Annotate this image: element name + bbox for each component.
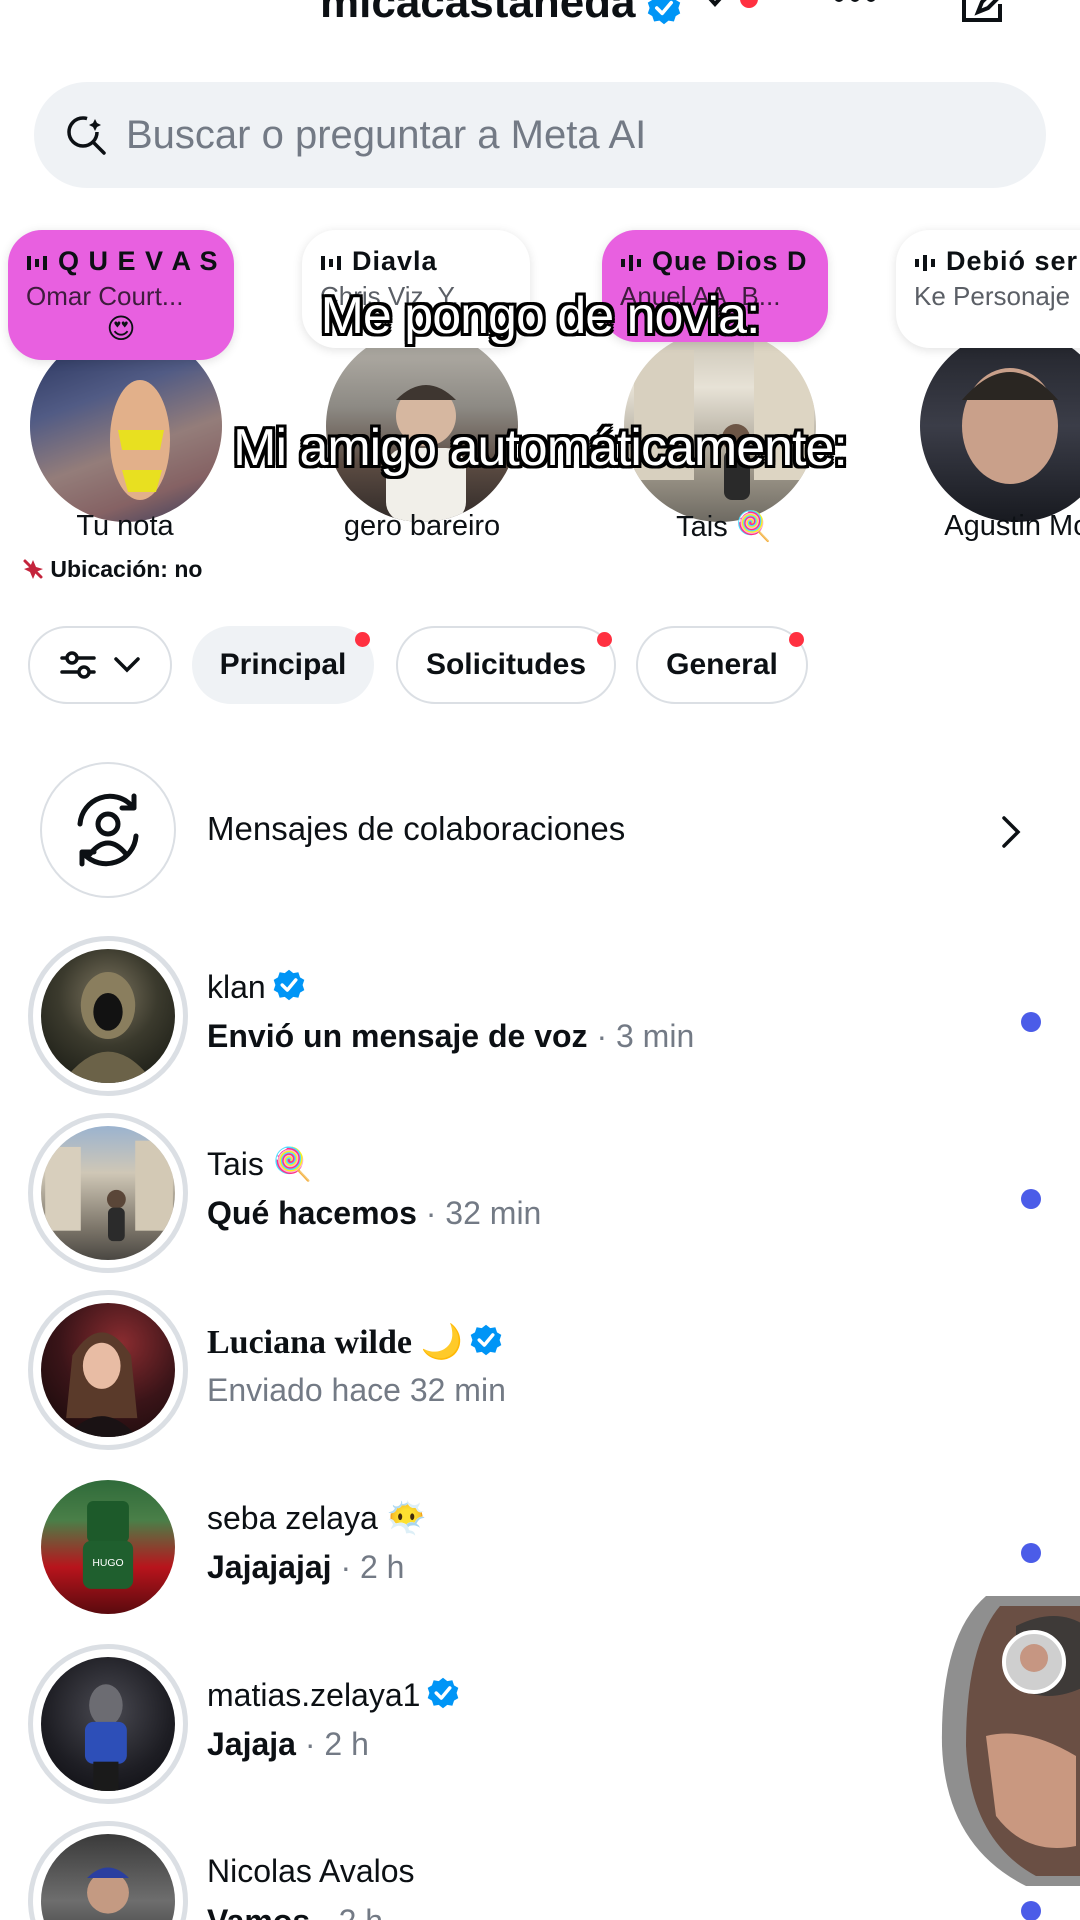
location-status[interactable]: Ubicación: no [22, 556, 202, 583]
thread-time: · 2 h [304, 1726, 369, 1762]
collab-sync-icon [77, 793, 139, 867]
account-switch-chevron-icon[interactable] [700, 0, 730, 12]
chevron-right-icon [1002, 816, 1021, 848]
thread-name: Luciana wilde 🌙 [207, 1322, 503, 1362]
thread-preview: Envió un mensaje de voz · 3 min [207, 1018, 694, 1055]
music-note-icon [27, 255, 47, 270]
filter-chip-label: Solicitudes [425, 648, 587, 681]
overlay-caption: Mi amigo automáticamente: [233, 419, 848, 477]
note-name: Agustin Mc [944, 510, 1080, 542]
thread-name: Nicolas Avalos [207, 1853, 415, 1890]
thread-row[interactable]: Tais 🍭 Qué hacemos · 32 min [0, 1113, 1080, 1283]
filter-chip-label: Principal [219, 648, 347, 681]
thread-time: · 2 h [319, 1903, 383, 1920]
svg-text:HUGO: HUGO [92, 1558, 123, 1569]
thread-row[interactable]: Nicolas Avalos Vamos · 2 h [0, 1821, 1080, 1920]
meta-ai-search-icon [67, 116, 106, 155]
location-status-text: Ubicación: no [50, 556, 203, 582]
note-name: Tu nota [76, 510, 174, 542]
thread-time: · 32 min [425, 1195, 542, 1231]
music-note-icon [321, 255, 341, 270]
thread-avatar[interactable] [28, 1644, 188, 1804]
thread-name-text: matias.zelaya1 [207, 1677, 421, 1713]
thread-preview: Enviado hace 32 min [207, 1372, 506, 1409]
verified-badge-icon [273, 969, 305, 1001]
account-username[interactable]: micacastaneda [320, 0, 636, 28]
thread-preview: Jajaja · 2 h [207, 1726, 369, 1763]
thread-preview: Jajajajaj · 2 h [207, 1549, 404, 1586]
thread-name-text: klan [207, 969, 266, 1005]
thread-avatar[interactable] [28, 1821, 188, 1920]
collab-messages-label: Mensajes de colaboraciones [207, 810, 626, 847]
thread-row[interactable]: matias.zelaya1 Jajaja · 2 h [0, 1644, 1080, 1814]
thread-avatar[interactable]: HUGO [28, 1467, 188, 1627]
thread-message: Vamos [207, 1903, 310, 1920]
account-notification-dot [740, 0, 758, 8]
thread-name: Tais 🍭 [207, 1145, 313, 1183]
thread-name-text: Nicolas Avalos [207, 1853, 415, 1889]
note-song-title: Que Dios D [652, 246, 808, 276]
note-song-title: Diavla [352, 246, 438, 276]
thread-name: klan [207, 968, 306, 1006]
thread-name: seba zelaya 😶‍🌫️ [207, 1499, 427, 1537]
overlay-caption: Me pongo de novia: [320, 287, 761, 345]
note-song-title: Q U E V A S [58, 246, 219, 276]
music-note-icon [621, 254, 641, 271]
thread-avatar[interactable] [28, 1290, 188, 1450]
unread-indicator [1021, 1189, 1041, 1209]
thread-time: · 3 min [596, 1018, 695, 1054]
note-name: Tais 🍭 [676, 511, 772, 543]
filter-chip-solicitudes[interactable]: Solicitudes [396, 626, 616, 704]
thread-message: Envió un mensaje de voz [207, 1018, 588, 1054]
thread-name-text: Tais 🍭 [207, 1146, 313, 1182]
thread-name-text: seba zelaya 😶‍🌫️ [207, 1500, 427, 1536]
thread-message: Enviado hace 32 min [207, 1372, 506, 1408]
unread-indicator [1021, 1012, 1041, 1032]
thread-message: Jajaja [207, 1726, 296, 1762]
thread-name: matias.zelaya1 [207, 1676, 460, 1714]
thread-time: · 2 h [340, 1549, 405, 1585]
thread-row[interactable]: klan Envió un mensaje de voz · 3 min [0, 936, 1080, 1106]
thread-preview: Qué hacemos · 32 min [207, 1195, 541, 1232]
filter-chips: Principal Solicitudes General [0, 626, 1080, 706]
note-song-title: Debió ser [946, 246, 1079, 276]
top-bar: micacastaneda [0, 0, 1080, 70]
thread-message: Qué hacemos [207, 1195, 417, 1231]
notification-dot [789, 632, 804, 647]
thread-row[interactable]: HUGO seba zelaya 😶‍🌫️ Jajajajaj · 2 h [0, 1467, 1080, 1637]
note-name: gero bareiro [343, 510, 501, 542]
search-bar[interactable] [34, 82, 1046, 188]
thread-avatar[interactable] [28, 1113, 188, 1273]
thread-row[interactable]: Luciana wilde 🌙 Enviado hace 32 min [0, 1290, 1080, 1460]
search-input[interactable] [126, 104, 1006, 166]
collab-icon-container [40, 762, 176, 898]
new-message-icon[interactable] [958, 0, 1010, 26]
more-options-icon[interactable] [832, 0, 878, 10]
collab-messages-row[interactable]: Mensajes de colaboraciones [0, 760, 1080, 900]
filter-chip-label: General [666, 648, 778, 681]
verified-badge-icon [470, 1324, 502, 1356]
filter-chip-general[interactable]: General [636, 626, 808, 704]
thread-message: Jajajajaj [207, 1549, 332, 1585]
verified-badge-icon [647, 0, 681, 25]
notes-row[interactable]: Q U E V A S Omar Court... 😍 Tu nota Diav… [0, 220, 1080, 580]
filter-chip-principal[interactable]: Principal [192, 626, 374, 704]
sliders-icon [60, 651, 96, 679]
thread-name-text: Luciana wilde 🌙 [207, 1324, 463, 1361]
location-off-icon [23, 559, 43, 579]
notification-dot [597, 632, 612, 647]
thread-preview: Vamos · 2 h [207, 1903, 383, 1920]
music-note-icon [915, 254, 935, 271]
verified-badge-icon [428, 1677, 459, 1709]
notification-dot [355, 632, 370, 647]
unread-indicator [1021, 1901, 1041, 1920]
floating-camera-bubble[interactable] [926, 1596, 1080, 1886]
chevron-down-icon [114, 657, 140, 673]
thread-avatar[interactable] [28, 936, 188, 1096]
filter-options-button[interactable] [28, 626, 172, 704]
unread-indicator [1021, 1543, 1041, 1563]
